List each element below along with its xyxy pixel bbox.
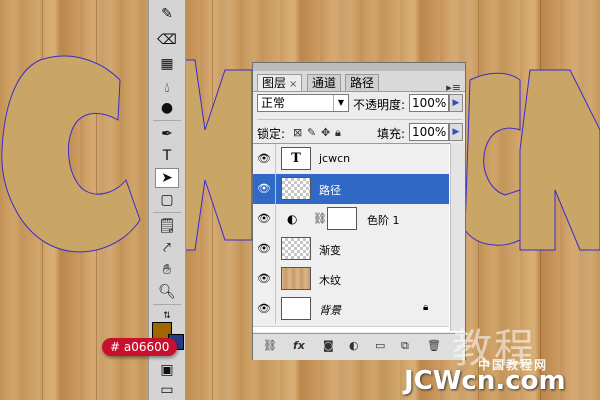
path-select-icon[interactable]: ➤ <box>155 168 179 188</box>
chevron-down-icon: ▼ <box>333 95 348 111</box>
layer-row[interactable]: 👁︎ 路径 <box>253 174 449 205</box>
fill-input[interactable]: 100% <box>409 123 449 141</box>
toolbar-separator <box>153 212 181 213</box>
adjustment-icon[interactable]: ◐ <box>349 339 359 352</box>
lock-image-icon[interactable]: ✎ <box>307 126 316 139</box>
fill-slider-arrow-icon[interactable]: ▶ <box>449 123 463 141</box>
eye-icon[interactable]: 👁︎ <box>257 273 271 285</box>
layers-list: 👁︎ T jcwcn 👁︎ 路径 👁︎ ◐ ⛓︎ 色阶 1 👁︎ 渐变 👁︎ 木… <box>253 143 465 332</box>
column-divider <box>275 144 276 174</box>
layer-row[interactable]: 👁︎ T jcwcn <box>253 144 449 175</box>
delete-icon[interactable]: 🗑︎ <box>427 339 441 352</box>
lock-label: 锁定: <box>257 127 286 141</box>
lock-all-icon[interactable]: 🔒︎ <box>335 126 341 140</box>
type-layer-thumbnail: T <box>281 147 311 170</box>
tab-layers[interactable]: 图层 × <box>257 74 303 91</box>
zoom-icon[interactable]: 🔍︎ <box>155 282 179 302</box>
layer-name: 渐变 <box>319 244 341 257</box>
color-hex-tooltip: # a06600 <box>102 338 178 356</box>
layers-bottom-bar: ⛓︎ fx ◙ ◐ ▭ ⧉ 🗑︎ <box>253 333 465 360</box>
layer-name: 木纹 <box>319 274 341 287</box>
healing-icon[interactable]: ✎ <box>155 4 179 24</box>
dodge-icon[interactable]: ● <box>155 98 179 118</box>
lock-row: 锁定: ⊠ ✎ ✥ 🔒︎ 填充: 100% ▶ <box>257 119 463 142</box>
quick-mask-icon[interactable]: ▣ <box>155 360 179 380</box>
group-icon[interactable]: ▭ <box>375 339 385 352</box>
new-layer-icon[interactable]: ⧉ <box>401 339 409 353</box>
lock-transparency-icon[interactable]: ⊠ <box>293 126 302 139</box>
eyedropper-icon[interactable]: ⤤ <box>155 238 179 258</box>
opacity-input[interactable]: 100% <box>409 94 449 112</box>
layer-name: 色阶 1 <box>367 214 400 227</box>
opacity-slider-arrow-icon[interactable]: ▶ <box>449 94 463 112</box>
shape-icon[interactable]: ▢ <box>155 190 179 210</box>
layers-panel: 图层 × 通道 路径 ▸≡ 正常 ▼ 不透明度: 100% ▶ 锁定: ⊠ ✎ ✥… <box>252 62 466 360</box>
eye-icon[interactable]: 👁︎ <box>257 183 271 195</box>
panel-tabs: 图层 × 通道 路径 ▸≡ <box>253 71 465 94</box>
eye-icon[interactable]: 👁︎ <box>257 213 271 225</box>
panel-title-bar[interactable] <box>253 63 465 71</box>
type-icon[interactable]: T <box>155 146 179 166</box>
notes-icon[interactable]: 🗒︎ <box>155 216 179 236</box>
column-divider <box>275 174 276 204</box>
layer-thumbnail <box>281 237 311 260</box>
opacity-label: 不透明度: <box>353 98 406 112</box>
layer-row[interactable]: 👁︎ 背景 🔒︎ <box>253 294 449 327</box>
layers-scrollbar[interactable] <box>450 143 465 331</box>
layer-name: 背景 <box>319 304 341 317</box>
layer-row[interactable]: 👁︎ ◐ ⛓︎ 色阶 1 <box>253 204 449 235</box>
toolbar-separator <box>153 304 181 305</box>
tab-paths[interactable]: 路径 <box>345 74 380 91</box>
layer-name: jcwcn <box>319 152 351 165</box>
layer-thumbnail <box>281 267 311 290</box>
layer-mask-thumbnail <box>327 207 357 230</box>
column-divider <box>275 234 276 264</box>
link-layers-icon[interactable]: ⛓︎ <box>263 339 277 352</box>
chain-link-icon[interactable]: ⛓︎ <box>313 212 327 225</box>
watermark-url: JCWcn.com <box>404 366 566 396</box>
hand-icon[interactable]: ✋︎ <box>155 260 179 280</box>
column-divider <box>275 204 276 234</box>
blend-mode-value: 正常 <box>261 96 286 110</box>
blend-mode-select[interactable]: 正常 ▼ <box>257 94 349 112</box>
screen-mode-icon[interactable]: ▭ <box>155 380 179 400</box>
layer-row[interactable]: 👁︎ 渐变 <box>253 234 449 265</box>
pen-icon[interactable]: ✒ <box>155 124 179 144</box>
layer-name: 路径 <box>319 184 341 197</box>
blur-icon[interactable]: 💧︎ <box>155 78 179 98</box>
column-divider <box>275 264 276 294</box>
toolbar-separator <box>153 120 181 121</box>
lock-icon: 🔒︎ <box>423 302 429 313</box>
tab-label: 图层 <box>262 76 287 90</box>
add-mask-icon[interactable]: ◙ <box>323 339 334 352</box>
eye-icon[interactable]: 👁︎ <box>257 303 271 315</box>
eye-icon[interactable]: 👁︎ <box>257 153 271 165</box>
layer-thumbnail <box>281 297 311 320</box>
fill-label: 填充: <box>377 127 406 141</box>
layer-row[interactable]: 👁︎ 木纹 <box>253 264 449 295</box>
eraser-icon[interactable]: ⌫ <box>155 30 179 50</box>
layer-thumbnail <box>281 177 311 200</box>
close-icon[interactable]: × <box>289 79 297 90</box>
eye-icon[interactable]: 👁︎ <box>257 243 271 255</box>
tab-channels[interactable]: 通道 <box>307 74 342 91</box>
fx-icon[interactable]: fx <box>293 339 305 352</box>
lock-position-icon[interactable]: ✥ <box>321 126 330 139</box>
column-divider <box>275 294 276 324</box>
gradient-icon[interactable]: ▦ <box>155 54 179 74</box>
levels-adjustment-icon: ◐ <box>287 212 298 226</box>
blend-row: 正常 ▼ 不透明度: 100% ▶ <box>257 93 463 115</box>
